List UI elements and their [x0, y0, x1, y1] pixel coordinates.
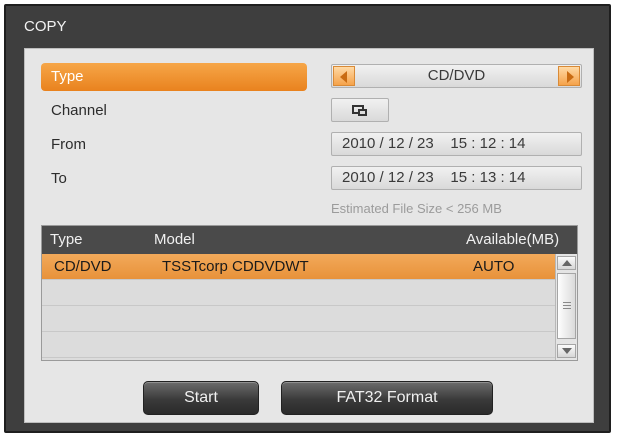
table-row-empty	[42, 280, 571, 306]
header-model: Model	[154, 231, 195, 248]
scroll-thumb[interactable]	[557, 273, 576, 339]
channel-select-icon-overlay	[358, 109, 367, 116]
arrow-left-icon[interactable]	[333, 66, 355, 86]
header-type: Type	[50, 231, 83, 248]
table-header: Type Model Available(MB)	[42, 226, 577, 254]
thumb-grip	[563, 308, 571, 309]
channel-label: Channel	[51, 102, 107, 119]
copy-panel: Type Channel From To CD/DVD 2010 / 12 / …	[24, 48, 594, 423]
dialog-title: COPY	[24, 18, 67, 35]
from-datetime-field[interactable]: 2010 / 12 / 23 15 : 12 : 14	[331, 132, 582, 156]
header-available: Available(MB)	[466, 231, 560, 248]
row-type: CD/DVD	[54, 258, 112, 275]
estimated-file-size: Estimated File Size < 256 MB	[331, 201, 502, 216]
type-value: CD/DVD	[427, 67, 486, 84]
device-table: Type Model Available(MB) CD/DVD TSSTcorp…	[41, 225, 578, 361]
row-model: TSSTcorp CDDVDWT	[162, 258, 309, 275]
fat32-format-button[interactable]: FAT32 Format	[281, 381, 493, 415]
arrow-right-icon[interactable]	[558, 66, 580, 86]
row-available: AUTO	[473, 258, 515, 275]
copy-dialog: COPY Type Channel From To CD/DVD 2010 / …	[4, 4, 611, 433]
channel-button[interactable]	[331, 98, 389, 122]
start-button[interactable]: Start	[143, 381, 259, 415]
thumb-grip	[563, 302, 571, 303]
table-body: CD/DVD TSSTcorp CDDVDWT AUTO	[42, 254, 571, 360]
table-row-empty	[42, 332, 571, 358]
from-label: From	[51, 136, 86, 153]
type-label[interactable]: Type	[41, 63, 307, 91]
table-row[interactable]: CD/DVD TSSTcorp CDDVDWT AUTO	[42, 254, 571, 280]
scroll-up-icon[interactable]	[557, 256, 576, 270]
thumb-grip	[563, 305, 571, 306]
table-row-empty	[42, 306, 571, 332]
table-scrollbar[interactable]	[555, 254, 577, 360]
to-label: To	[51, 170, 67, 187]
to-datetime-field[interactable]: 2010 / 12 / 23 15 : 13 : 14	[331, 166, 582, 190]
scroll-down-icon[interactable]	[557, 344, 576, 358]
type-selector[interactable]: CD/DVD	[331, 64, 582, 88]
